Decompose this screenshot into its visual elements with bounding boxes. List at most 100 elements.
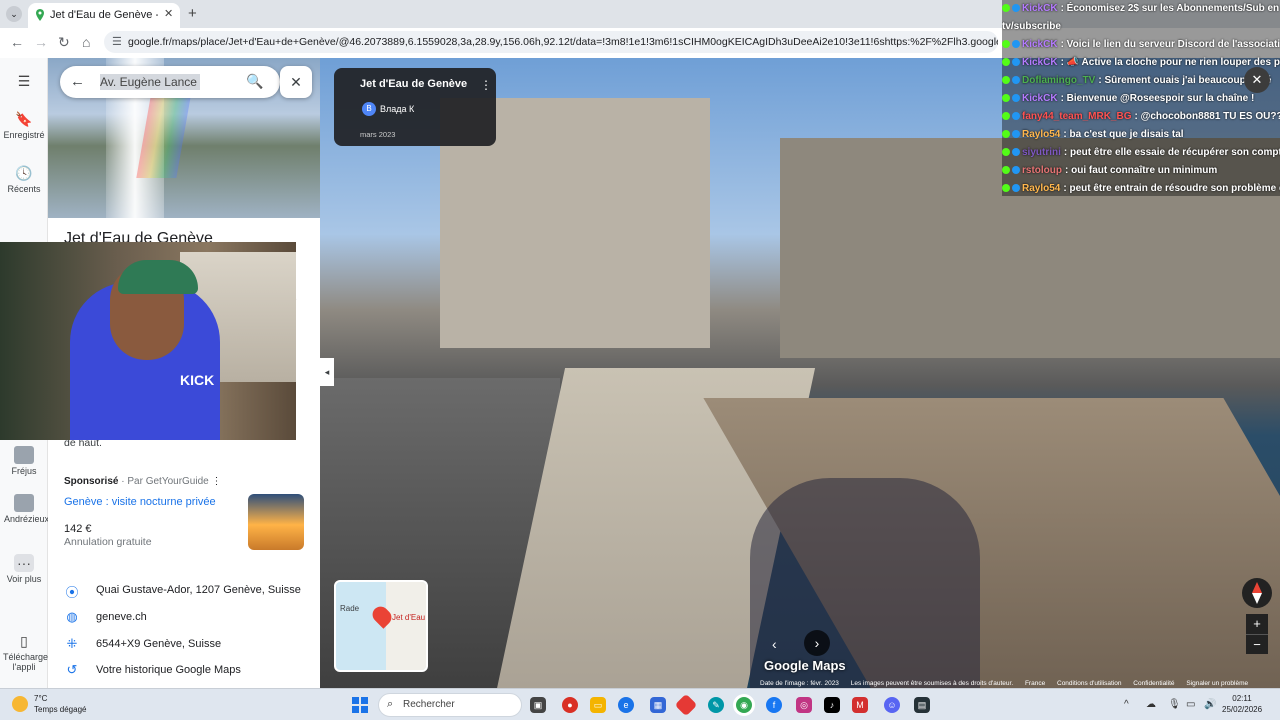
chevron-up-icon[interactable]: ^ [1124,699,1129,710]
chat-message: Doflamingo_TV: Sûrement ouais j'ai beauc… [1002,72,1280,90]
sponsored-by: · Par GetYourGuide [121,476,209,487]
report-link[interactable]: Signaler un problème [1186,680,1248,687]
terminal-icon[interactable]: ▤ [914,697,930,713]
photo-place-title[interactable]: Jet d'Eau de Genève [360,78,467,90]
rail-item-more[interactable]: ··· Voir plus [0,554,48,584]
app-icon[interactable] [674,693,698,717]
microphone-icon[interactable]: 🎙 [1168,699,1181,710]
facebook-icon[interactable]: f [766,697,782,713]
back-arrow-icon[interactable]: ← [70,73,85,90]
start-button[interactable] [352,697,368,713]
ad-price: 142 € [64,523,92,535]
menu-icon: ☰ [17,73,31,89]
history-icon: 🕓 [15,165,33,181]
network-icon[interactable]: ☁ [1146,699,1156,710]
app-icon[interactable]: M [852,697,868,713]
display-icon[interactable]: ▭ [1186,699,1195,710]
zoom-out-button[interactable]: − [1246,634,1268,654]
more-vert-icon[interactable]: ⋮ [212,476,222,487]
chat-message: KickCK: Bienvenue @Roseespoir sur la cha… [1002,90,1280,108]
close-icon[interactable]: ✕ [280,66,312,98]
minimap[interactable]: Rade Jet d'Eau [334,580,428,672]
collapse-panel-icon[interactable]: ◂ [320,358,334,386]
rail-item-andrezieux[interactable]: Andrézieux-... [0,494,60,524]
ad-title-link[interactable]: Genève : visite nocturne privée [64,496,216,508]
chat-username[interactable]: siyutrini [1022,147,1061,158]
back-icon[interactable]: ← [10,34,24,50]
people-group [750,478,980,688]
ad-cancellation-note: Annulation gratuite [64,536,152,548]
compass-icon[interactable] [1242,578,1272,608]
chat-username[interactable]: KickCK [1022,93,1058,104]
chat-text: : Voici le lien du serveur Discord de l'… [1060,39,1280,50]
zoom-in-button[interactable]: + [1246,614,1268,634]
weather-temperature[interactable]: 7°C [34,694,47,703]
chat-username[interactable]: Doflamingo_TV [1022,75,1095,86]
search-icon[interactable]: 🔍 [246,73,263,90]
sponsored-label: Sponsorisé [64,476,119,487]
tiktok-icon[interactable]: ♪ [824,697,840,713]
rail-item-recent[interactable]: 🕓 Récents [0,164,48,194]
more-vert-icon[interactable]: ⋮ [480,78,492,92]
app-icon[interactable]: ✎ [708,697,724,713]
home-icon[interactable]: ⌂ [82,34,90,50]
clock-date[interactable]: 25/02/2026 [1222,705,1262,714]
chat-username[interactable]: rstoloup [1022,165,1062,176]
site-info-icon[interactable]: ☰ [112,35,122,48]
weather-description[interactable]: Temps dégagé [34,705,86,714]
plus-code-row[interactable]: ⁜ 6544+X9 Genève, Suisse [64,636,314,656]
chat-username[interactable]: Raylo54 [1022,183,1060,194]
rail-item-label: Voir plus [6,574,42,584]
rail-item-saved[interactable]: 🔖 Enregistré [0,110,48,140]
chat-badge-icon [1012,148,1020,157]
search-input[interactable] [100,74,200,90]
store-icon[interactable]: ▦ [650,697,666,713]
menu-button[interactable]: ☰ [0,72,48,92]
chat-username[interactable]: KickCK [1022,57,1058,68]
forward-icon[interactable]: → [34,34,48,50]
weather-moon-icon[interactable] [12,696,28,712]
chat-username[interactable]: KickCK [1022,3,1058,14]
browser-tab[interactable]: Jet d'Eau de Genève - Google M ✕ [28,3,180,28]
ad-thumbnail[interactable] [248,494,304,550]
edge-icon[interactable]: e [618,697,634,713]
volume-icon[interactable]: 🔊 [1204,699,1216,710]
maps-history-row[interactable]: ↺ Votre historique Google Maps [64,662,314,682]
rail-item-download-app[interactable]: ▯ Télécharger l'appli [0,632,51,672]
chrome-icon[interactable]: ◉ [736,697,752,713]
close-icon[interactable]: ✕ [1244,67,1270,93]
chat-username[interactable]: fany44_team_MRK_BG [1022,111,1132,122]
chat-message: rstoloup: oui faut connaître un minimum [1002,162,1280,180]
new-tab-icon[interactable]: + [188,5,197,22]
tab-list-button[interactable]: ⌄ [6,6,22,22]
chat-text: : Bienvenue @Roseespoir sur la chaîne ! [1060,93,1255,104]
rail-item-frejus[interactable]: Fréjus [0,446,48,476]
reload-icon[interactable]: ↻ [58,34,70,51]
tab-close-icon[interactable]: ✕ [164,7,173,20]
file-explorer-icon[interactable]: ▭ [590,697,606,713]
chat-text: : peut être elle essaie de récupérer son… [1063,147,1280,158]
chat-username[interactable]: KickCK [1022,39,1058,50]
address-row[interactable]: ⦿ Quai Gustave-Ador, 1207 Genève, Suisse [64,582,314,602]
task-view-icon[interactable]: ▣ [530,697,546,713]
chat-text: : 📣 Active la cloche pour ne rien louper… [1060,57,1280,68]
globe-icon: ◍ [66,609,78,624]
website-row[interactable]: ◍ geneve.ch [64,609,314,629]
terms-link[interactable]: Conditions d'utilisation [1057,680,1121,687]
chat-username[interactable]: Raylo54 [1022,129,1060,140]
copyright-note: Les images peuvent être soumises à des d… [850,680,1014,687]
author-avatar[interactable]: В [362,102,376,116]
clock-time[interactable]: 02:11 [1222,694,1262,703]
taskbar-search[interactable]: ⌕ Rechercher [378,693,522,717]
stream-chat-overlay: KickCK: Économisez 2$ sur les Abonnement… [1002,0,1280,196]
author-name[interactable]: Влада К [380,104,414,114]
url-field[interactable]: ☰ google.fr/maps/place/Jet+d'Eau+de+Genè… [104,31,998,53]
app-icon[interactable]: ● [562,697,578,713]
instagram-icon[interactable]: ◎ [796,697,812,713]
chevron-right-icon[interactable]: › [804,630,830,656]
photo-info-card: Jet d'Eau de Genève ⋮ В Влада К mars 202… [334,68,496,146]
privacy-link[interactable]: Confidentialité [1133,680,1174,687]
region-link[interactable]: France [1025,680,1045,687]
discord-icon[interactable]: ☺ [884,697,900,713]
chevron-left-icon[interactable]: ‹ [772,636,777,652]
